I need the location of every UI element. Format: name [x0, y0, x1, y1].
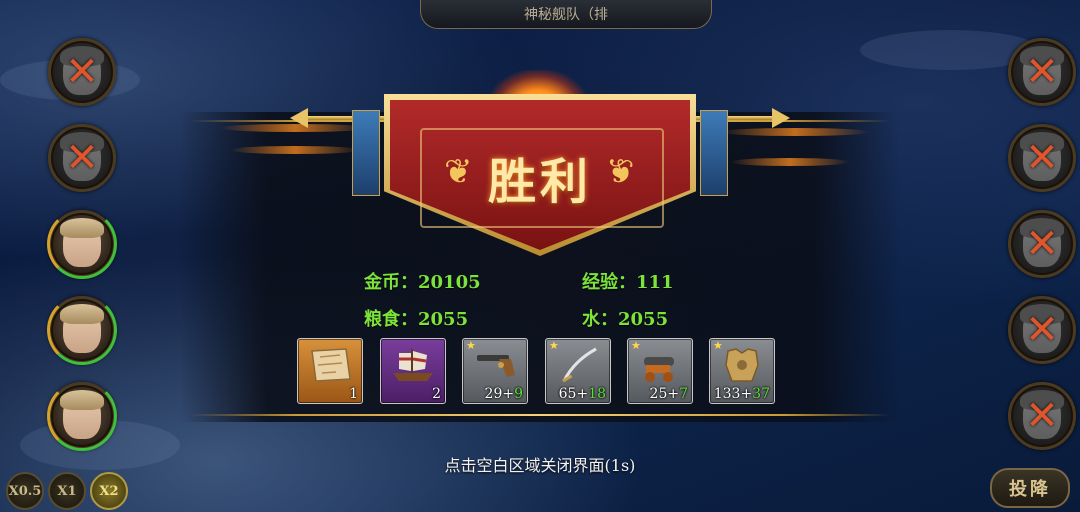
speed-1-button[interactable]: X1: [48, 472, 86, 510]
spear-tip-icon: [772, 108, 790, 128]
exp-reward: 经验：111: [582, 272, 674, 293]
reward-item-sabre[interactable]: ★ 65+18: [545, 338, 611, 404]
defeated-icon: ✕: [65, 49, 99, 95]
item-quantity: 2: [432, 386, 441, 402]
defeated-icon: ✕: [1025, 221, 1059, 267]
right-fleet-captain-3[interactable]: ✕: [1008, 210, 1076, 278]
ship-icon: [393, 349, 433, 381]
speed-2-button[interactable]: X2: [90, 472, 128, 510]
right-fleet-captain-4[interactable]: ✕: [1008, 296, 1076, 364]
left-fleet-captain-1[interactable]: ✕: [48, 38, 116, 106]
reward-item-pistol[interactable]: ★ 29+9: [462, 338, 528, 404]
reward-item-ship[interactable]: 2: [380, 338, 446, 404]
left-fleet-captain-4[interactable]: [47, 295, 117, 365]
right-fleet-captain-2[interactable]: ✕: [1008, 124, 1076, 192]
victory-title: 胜利: [487, 154, 592, 210]
defeated-icon: ✕: [1025, 307, 1059, 353]
left-fleet-captain-3[interactable]: [47, 209, 117, 279]
defeated-icon: ✕: [1025, 135, 1059, 181]
defeated-icon: ✕: [1025, 393, 1059, 439]
panel-bottom-trim: [190, 414, 890, 416]
defeated-icon: ✕: [1025, 49, 1059, 95]
reward-item-armor[interactable]: ★ 133+37: [709, 338, 775, 404]
food-reward: 粮食：2055: [364, 309, 469, 330]
fire-effect: [730, 158, 850, 166]
item-quantity: 25+7: [649, 386, 688, 402]
close-hint[interactable]: 点击空白区域关闭界面(1s): [0, 452, 1080, 476]
item-quantity: 1: [349, 386, 358, 402]
speed-0-5-button[interactable]: X0.5: [6, 472, 44, 510]
right-pennant: [700, 110, 728, 196]
defeated-icon: ✕: [65, 135, 99, 181]
item-quantity: 65+18: [558, 386, 606, 402]
reward-item-treasure-map[interactable]: 1: [297, 338, 363, 404]
right-fleet-captain-1[interactable]: ✕: [1008, 38, 1076, 106]
fire-effect: [230, 146, 360, 154]
item-quantity: 133+37: [713, 386, 770, 402]
battle-title: 神秘舰队（排: [524, 7, 608, 23]
spear-tip-icon: [290, 108, 308, 128]
item-quantity: 29+9: [484, 386, 523, 402]
left-pennant: [352, 110, 380, 196]
gold-reward: 金币：20105: [364, 272, 481, 293]
cannon-icon: [644, 357, 674, 382]
surrender-button[interactable]: 投降: [990, 468, 1070, 508]
left-fleet-captain-2[interactable]: ✕: [48, 124, 116, 192]
fire-effect: [720, 128, 870, 136]
right-fleet-captain-5[interactable]: ✕: [1008, 382, 1076, 450]
water-reward: 水：2055: [582, 309, 669, 330]
sabre-icon: [562, 347, 597, 383]
armor-icon: [725, 348, 759, 382]
battle-title-tab: 神秘舰队（排: [420, 0, 712, 29]
reward-item-cannon[interactable]: ★ 25+7: [627, 338, 693, 404]
left-fleet-captain-5[interactable]: [47, 381, 117, 451]
treasure-map-icon: [311, 348, 351, 382]
pistol-icon: [477, 355, 515, 377]
